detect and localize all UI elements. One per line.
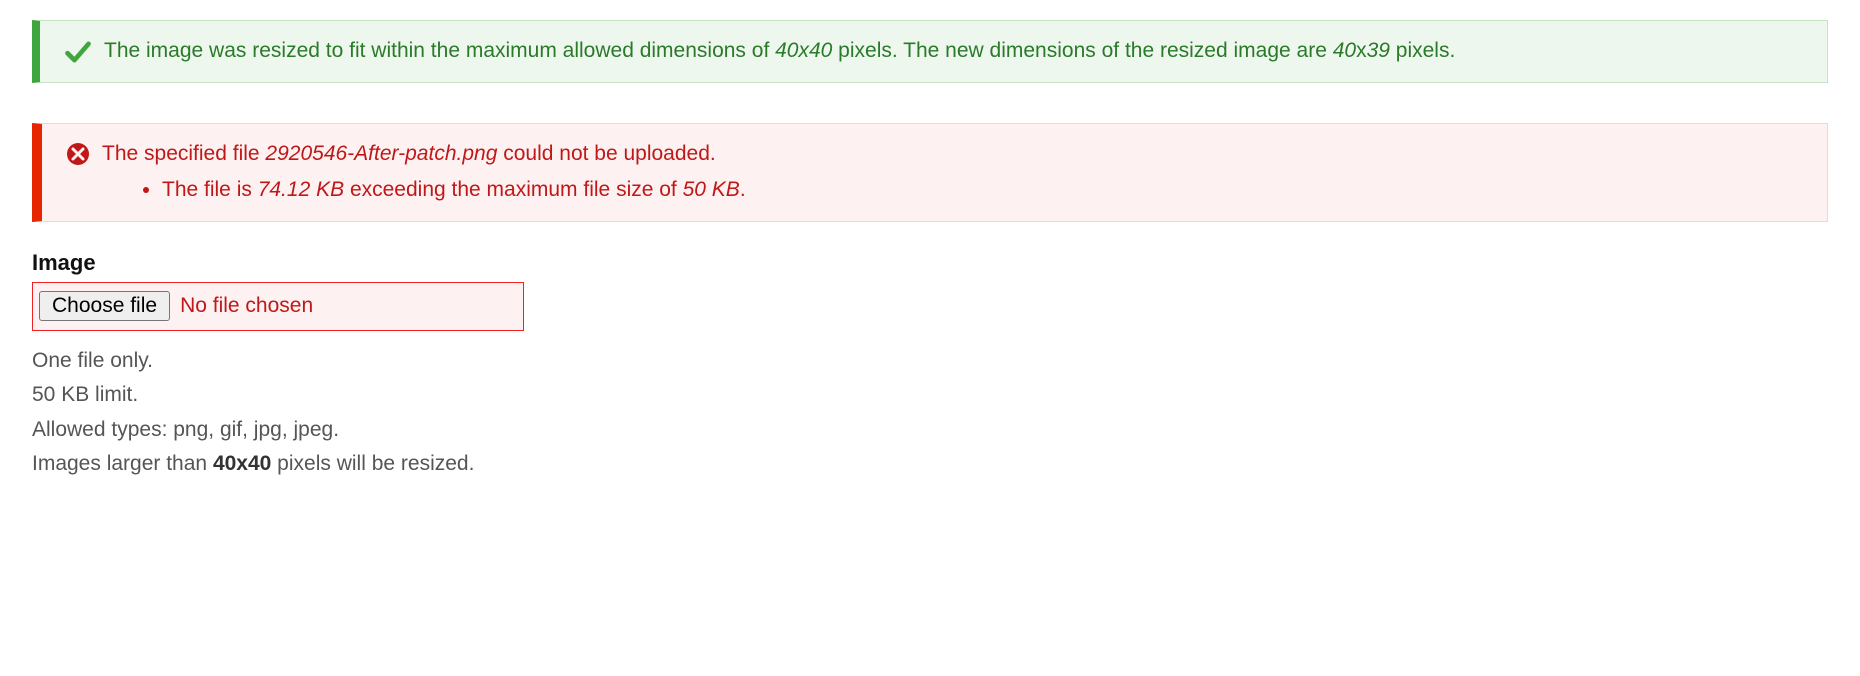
resize-dimensions: 40x40	[213, 452, 271, 475]
text: pixels will be resized.	[271, 452, 474, 475]
new-width: 40	[1333, 39, 1356, 62]
alert-error: The specified file 2920546-After-patch.p…	[32, 123, 1828, 222]
help-text: One file only. 50 KB limit. Allowed type…	[32, 345, 1828, 481]
new-height: 39	[1367, 39, 1390, 62]
error-detail-item: The file is 74.12 KB exceeding the maxim…	[162, 174, 1807, 207]
text: The file is	[162, 178, 258, 201]
text: Images larger than	[32, 452, 213, 475]
image-field-label: Image	[32, 250, 1828, 276]
text: The image was resized to fit within the …	[104, 39, 775, 62]
max-file-size: 50 KB	[683, 178, 740, 201]
file-status-text: No file chosen	[180, 294, 313, 318]
text: pixels. The new dimensions of the resize…	[832, 39, 1332, 62]
help-line: 50 KB limit.	[32, 379, 1828, 412]
help-line: One file only.	[32, 345, 1828, 378]
actual-file-size: 74.12 KB	[258, 178, 344, 201]
alert-success: The image was resized to fit within the …	[32, 20, 1828, 83]
choose-file-button[interactable]: Choose file	[39, 291, 170, 321]
text: could not be uploaded.	[497, 142, 715, 165]
help-line: Allowed types: png, gif, jpg, jpeg.	[32, 414, 1828, 447]
file-input-wrapper[interactable]: Choose file No file chosen	[32, 282, 524, 331]
check-icon	[64, 38, 92, 66]
text: exceeding the maximum file size of	[344, 178, 682, 201]
error-filename: 2920546-After-patch.png	[265, 142, 497, 165]
text: x	[1356, 39, 1367, 62]
alert-success-text: The image was resized to fit within the …	[104, 35, 1807, 68]
error-icon	[66, 142, 90, 166]
text: .	[740, 178, 746, 201]
error-detail-list: The file is 74.12 KB exceeding the maxim…	[102, 174, 1807, 207]
max-dimensions: 40x40	[775, 39, 832, 62]
alert-error-text: The specified file 2920546-After-patch.p…	[102, 138, 1807, 207]
text: pixels.	[1390, 39, 1455, 62]
help-line: Images larger than 40x40 pixels will be …	[32, 448, 1828, 481]
text: The specified file	[102, 142, 265, 165]
